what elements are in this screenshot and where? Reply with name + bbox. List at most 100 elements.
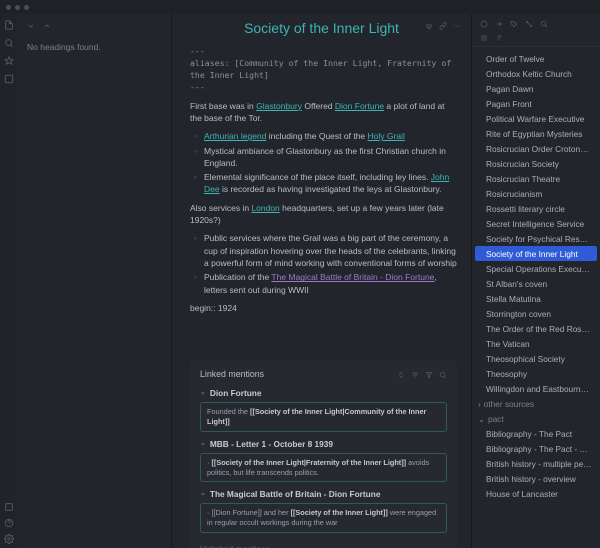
linked-mention-title[interactable]: ⌄MBB - Letter 1 - October 8 1939 <box>200 438 447 450</box>
file-link-item[interactable]: Society for Psychical Research <box>472 231 600 246</box>
file-link-item[interactable]: Bibliography - The Pact - Work… <box>472 441 600 456</box>
file-link-item[interactable]: Pagan Front <box>472 96 600 111</box>
file-link-item[interactable]: Secret Intelligence Service <box>472 216 600 231</box>
file-link-item[interactable]: House of Lancaster <box>472 486 600 501</box>
search-mentions-icon[interactable] <box>439 371 447 379</box>
collapse-all-icon[interactable] <box>397 371 405 379</box>
files-icon[interactable] <box>4 20 14 30</box>
sort-icon[interactable] <box>411 371 419 379</box>
file-link-item[interactable]: Storrington coven <box>472 306 600 321</box>
pin-icon[interactable] <box>425 22 433 30</box>
expand-icon[interactable] <box>43 22 51 30</box>
collapse-icon[interactable] <box>27 22 35 30</box>
activity-bar <box>0 14 17 548</box>
file-link-item[interactable]: Rosicrucian Society <box>472 156 600 171</box>
filter-icon[interactable] <box>425 371 433 379</box>
list-item: Arthurian legend including the Quest of … <box>190 130 457 142</box>
editor-body[interactable]: --- aliases: [Community of the Inner Lig… <box>172 46 471 548</box>
linked-mention-item[interactable]: ⌄The Magical Battle of Britain - Dion Fo… <box>200 488 447 533</box>
fm-line: --- <box>190 46 457 58</box>
search-icon[interactable] <box>4 38 14 48</box>
graph-icon[interactable] <box>525 20 533 28</box>
window-titlebar <box>0 0 600 14</box>
file-link-item[interactable]: Order of Twelve <box>472 51 600 66</box>
editor-header: Society of the Inner Light <box>172 14 471 46</box>
link-london[interactable]: London <box>251 203 279 213</box>
file-link-item[interactable]: Special Operations Executive <box>472 261 600 276</box>
file-link-item[interactable]: Bibliography - The Pact <box>472 426 600 441</box>
linked-mention-excerpt[interactable]: · [[Society of the Inner Light|Fraternit… <box>200 453 447 483</box>
file-link-item[interactable]: Stella Matutina <box>472 291 600 306</box>
bullet-list: Arthurian legend including the Quest of … <box>190 130 457 196</box>
file-link-item[interactable]: The Vatican <box>472 336 600 351</box>
link-glastonbury[interactable]: Glastonbury <box>256 101 302 111</box>
link-arthurian[interactable]: Arthurian legend <box>204 131 266 141</box>
file-link-item[interactable]: Rosicrucianism <box>472 186 600 201</box>
editor-pane: Society of the Inner Light --- aliases: … <box>172 14 472 548</box>
folder-pact[interactable]: ⌄ pact <box>472 411 600 426</box>
chevron-down-icon: ⌄ <box>200 388 206 398</box>
backlinks-icon[interactable] <box>480 20 488 28</box>
tree-icon[interactable] <box>480 34 488 42</box>
tags-icon[interactable] <box>510 20 518 28</box>
file-link-item[interactable]: Rosicrucian Theatre <box>472 171 600 186</box>
help-icon[interactable] <box>4 518 14 528</box>
chevron-down-icon: ⌄ <box>200 489 206 499</box>
file-link-item[interactable]: Rossetti literary circle <box>472 201 600 216</box>
file-link-item[interactable]: British history - multiple periods <box>472 456 600 471</box>
linked-mention-item[interactable]: ⌄Dion Fortune Founded the [[Society of th… <box>200 387 447 432</box>
file-link-list: Order of TwelveOrthodox Keltic ChurchPag… <box>472 47 600 548</box>
settings-icon[interactable] <box>4 534 14 544</box>
file-link-item[interactable]: Rosicrucian Order Crotona Fell… <box>472 141 600 156</box>
link-icon[interactable] <box>439 22 447 30</box>
file-link-item[interactable]: Theosophy <box>472 366 600 381</box>
linked-mentions-title: Linked mentions <box>200 368 264 381</box>
file-link-item[interactable]: British history - overview <box>472 471 600 486</box>
traffic-light-min[interactable] <box>15 5 20 10</box>
linked-mention-item[interactable]: ⌄MBB - Letter 1 - October 8 1939 · [[Soci… <box>200 438 447 483</box>
vault-icon[interactable] <box>4 502 14 512</box>
list-item: Mystical ambiance of Glastonbury as the … <box>190 145 457 170</box>
file-link-item[interactable]: St Alban's coven <box>472 276 600 291</box>
linked-mention-title[interactable]: ⌄The Magical Battle of Britain - Dion Fo… <box>200 488 447 500</box>
file-link-item[interactable]: Political Warfare Executive <box>472 111 600 126</box>
traffic-light-close[interactable] <box>6 5 11 10</box>
chevron-down-icon: ⌄ <box>200 439 206 449</box>
more-icon[interactable] <box>453 22 461 30</box>
link-holy-grail[interactable]: Holy Grail <box>368 131 405 141</box>
linked-mention-title[interactable]: ⌄Dion Fortune <box>200 387 447 399</box>
search-side-icon[interactable] <box>540 20 548 28</box>
list-item: Elemental significance of the place itse… <box>190 171 457 196</box>
sidebar-subtools <box>472 34 600 47</box>
file-link-item[interactable]: Pagan Dawn <box>472 81 600 96</box>
command-icon[interactable] <box>4 74 14 84</box>
file-link-item[interactable]: Rite of Egyptian Mysteries <box>472 126 600 141</box>
outline-panel: No headings found. <box>17 14 172 548</box>
right-sidebar: Order of TwelveOrthodox Keltic ChurchPag… <box>472 14 600 548</box>
file-link-item[interactable]: Theosophical Society <box>472 351 600 366</box>
folder-other-sources[interactable]: › other sources <box>472 396 600 411</box>
link-dion-fortune[interactable]: Dion Fortune <box>335 101 384 111</box>
linked-mention-excerpt[interactable]: Founded the [[Society of the Inner Light… <box>200 402 447 432</box>
file-link-item[interactable]: Orthodox Keltic Church <box>472 66 600 81</box>
list-item: Public services where the Grail was a bi… <box>190 232 457 269</box>
file-link-item[interactable]: Willingdon and Eastbourne cov… <box>472 381 600 396</box>
chevron-down-icon: ⌄ <box>478 414 485 424</box>
paragraph: Also services in London headquarters, se… <box>190 202 457 227</box>
paragraph: begin:: 1924 <box>190 302 457 314</box>
sort-side-icon[interactable] <box>495 34 503 42</box>
fm-line: aliases: [Community of the Inner Light, … <box>190 58 457 82</box>
star-icon[interactable] <box>4 56 14 66</box>
linked-mentions: Linked mentions ⌄Dion Fortune Founded the… <box>190 360 457 548</box>
unlinked-mentions[interactable]: Unlinked mentions <box>200 543 447 548</box>
traffic-light-max[interactable] <box>24 5 29 10</box>
note-title[interactable]: Society of the Inner Light <box>244 20 399 36</box>
file-link-item[interactable]: The Order of the Red Rose and… <box>472 321 600 336</box>
outline-toolbar <box>27 22 161 30</box>
outline-empty: No headings found. <box>27 42 161 52</box>
linked-mention-excerpt[interactable]: · [[Dion Fortune]] and her [[Society of … <box>200 503 447 533</box>
link-magical-battle[interactable]: The Magical Battle of Britain - Dion For… <box>271 272 434 282</box>
file-link-item[interactable]: Society of the Inner Light <box>475 246 597 261</box>
bullet-list: Public services where the Grail was a bi… <box>190 232 457 296</box>
outgoing-icon[interactable] <box>495 20 503 28</box>
